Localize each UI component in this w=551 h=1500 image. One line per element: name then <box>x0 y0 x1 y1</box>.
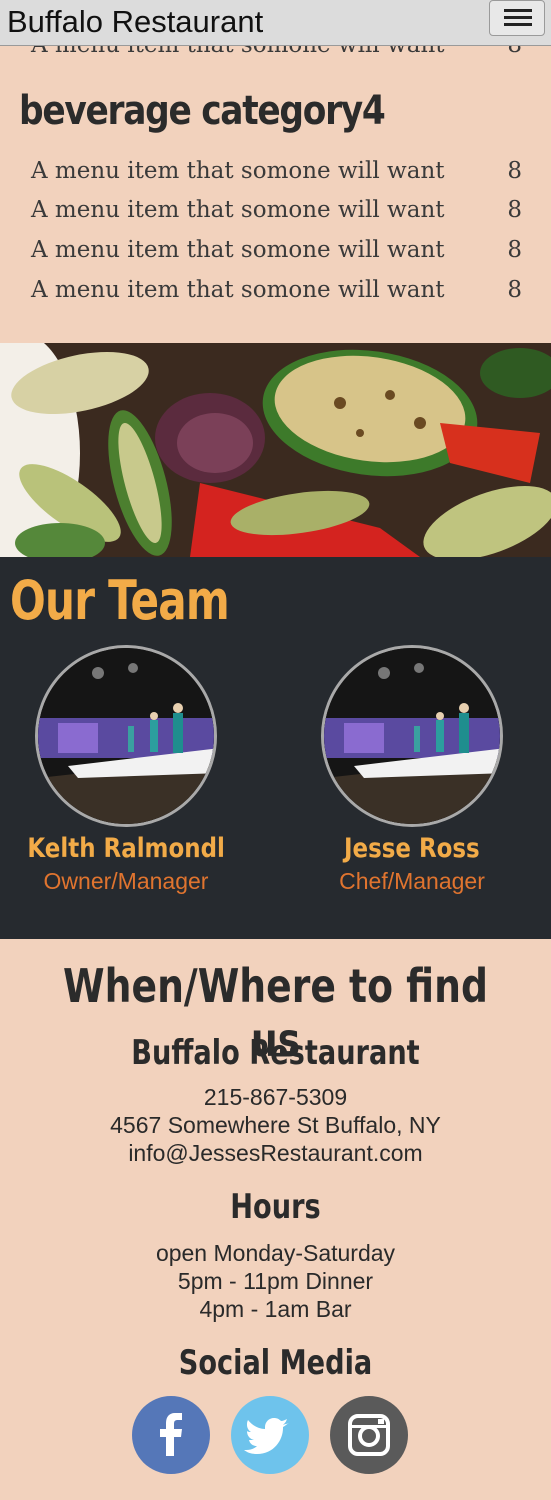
menu-item-row: A menu item that somone will want 8 <box>0 46 551 62</box>
menu-section: A menu item that somone will want 8 beve… <box>0 46 551 343</box>
menu-item-name: A menu item that somone will want <box>31 277 445 303</box>
team-member-name: Jesse Ross <box>344 833 480 864</box>
facebook-icon <box>160 1413 182 1456</box>
menu-item-name: A menu item that somone will want <box>31 158 445 184</box>
phone-number[interactable]: 215-867-5309 <box>0 1084 551 1111</box>
business-name: Buffalo Restaurant <box>131 1033 420 1073</box>
menu-item-name: A menu item that somone will want <box>31 46 445 58</box>
team-title: Our Team <box>10 569 230 632</box>
menu-toggle-button[interactable] <box>489 0 545 36</box>
menu-item-price: 8 <box>507 237 522 263</box>
menu-item-price: 8 <box>507 158 522 184</box>
contact-section: When/Where to find us Buffalo Restaurant… <box>0 939 551 1500</box>
twitter-icon <box>244 1418 289 1454</box>
menu-item-price: 8 <box>507 277 522 303</box>
hours-line: 4pm - 1am Bar <box>199 1296 352 1322</box>
social-title: Social Media <box>178 1343 373 1383</box>
hours-line: 5pm - 11pm Dinner <box>177 1268 374 1294</box>
team-member-card: Jesse Ross Chef/Manager <box>292 645 532 895</box>
address: 4567 Somewhere St Buffalo, NY <box>110 1112 441 1138</box>
top-navbar: Buffalo Restaurant <box>0 0 551 46</box>
email-link[interactable]: info@JessesRestaurant.com <box>0 1140 551 1167</box>
menu-item-row: A menu item that somone will want 8 <box>0 197 551 231</box>
facebook-link[interactable] <box>132 1396 210 1474</box>
avatar <box>321 645 503 827</box>
menu-item-row: A menu item that somone will want 8 <box>0 237 551 271</box>
twitter-link[interactable] <box>231 1396 309 1474</box>
hours-line: open Monday-Saturday <box>155 1240 396 1266</box>
brand-title[interactable]: Buffalo Restaurant <box>7 4 263 40</box>
team-member-role: Owner/Manager <box>43 868 209 894</box>
menu-item-row: A menu item that somone will want 8 <box>0 158 551 192</box>
grilled-vegetables-image <box>0 343 551 557</box>
menu-item-name: A menu item that somone will want <box>31 237 445 263</box>
instagram-link[interactable] <box>330 1396 408 1474</box>
menu-item-row: A menu item that somone will want 8 <box>0 277 551 311</box>
menu-item-price: 8 <box>507 46 522 58</box>
hamburger-icon <box>504 9 532 12</box>
instagram-icon <box>348 1414 390 1456</box>
menu-item-price: 8 <box>507 197 522 223</box>
team-member-name: Kelth Ralmondl <box>27 833 225 864</box>
menu-category-title: beverage category4 <box>19 88 386 134</box>
team-member-role: Chef/Manager <box>339 868 485 894</box>
menu-item-name: A menu item that somone will want <box>31 197 445 223</box>
team-section: Our Team Kelth Ralmondl Owner/Manager Je… <box>0 557 551 939</box>
team-member-card: Kelth Ralmondl Owner/Manager <box>6 645 246 895</box>
avatar <box>35 645 217 827</box>
hours-title: Hours <box>230 1187 321 1227</box>
